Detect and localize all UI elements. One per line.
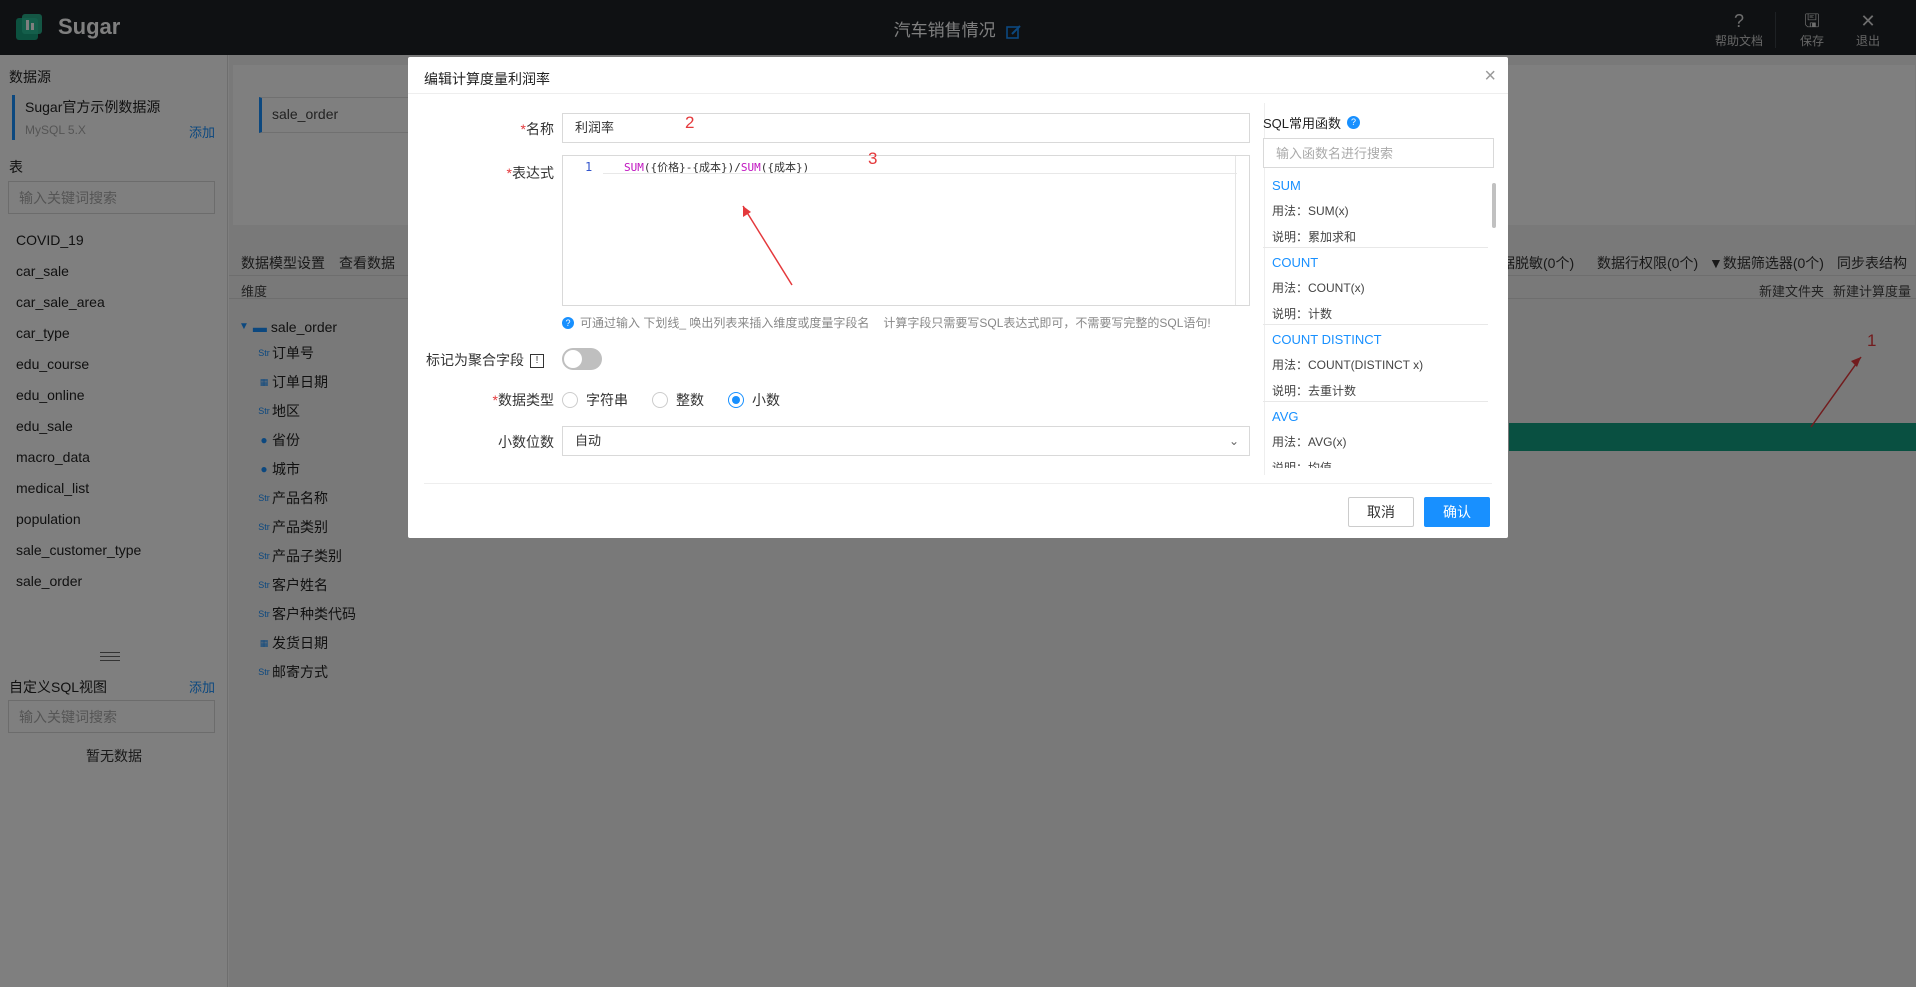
annotation-2: 2	[685, 113, 695, 132]
expression-editor[interactable]: 1 SUM({价格}-{成本})/SUM({成本})	[562, 155, 1250, 306]
datatype-integer-radio[interactable]: 整数	[652, 390, 704, 410]
dialog-footer-divider	[424, 483, 1492, 484]
decimal-places-label: 小数位数	[498, 434, 554, 450]
function-desc: 说明：去重计数	[1272, 384, 1357, 398]
cancel-button[interactable]: 取消	[1348, 497, 1414, 527]
function-desc: 说明：计数	[1272, 307, 1333, 321]
annotation-3: 3	[868, 149, 878, 168]
line-number: 1	[585, 160, 593, 174]
help-icon: ?	[562, 316, 574, 329]
name-input[interactable]: 利润率	[562, 113, 1250, 143]
datatype-label: *数据类型	[492, 392, 554, 408]
hint-text-1: 可通过输入 下划线_ 唤出列表来插入维度或度量字段名	[580, 316, 870, 330]
aggregate-toggle[interactable]	[562, 348, 602, 370]
expression-hint: ? 可通过输入 下划线_ 唤出列表来插入维度或度量字段名 计算字段只需要写SQL…	[562, 314, 1211, 331]
decimal-places-select[interactable]: 自动 ⌄	[562, 426, 1250, 456]
function-list-scrollbar[interactable]	[1492, 183, 1496, 228]
function-usage: 用法：COUNT(x)	[1272, 281, 1365, 295]
function-desc: 说明：均值	[1272, 461, 1333, 468]
decimal-places-value: 自动	[575, 433, 602, 448]
dialog-divider	[408, 93, 1508, 94]
function-name: COUNT DISTINCT	[1272, 332, 1382, 347]
dialog-title: 编辑计算度量利润率	[424, 71, 550, 87]
function-item[interactable]: COUNT DISTINCT 用法：COUNT(DISTINCT x) 说明：去…	[1263, 325, 1488, 402]
function-search-input[interactable]	[1263, 138, 1494, 168]
function-item[interactable]: SUM 用法：SUM(x) 说明：累加求和	[1263, 171, 1488, 248]
function-list: SUM 用法：SUM(x) 说明：累加求和 COUNT 用法：COUNT(x) …	[1263, 171, 1496, 468]
hint-text-2: 计算字段只需要写SQL表达式即可，不需要写完整的SQL语句!	[883, 316, 1211, 330]
function-desc: 说明：累加求和	[1272, 230, 1357, 244]
function-item[interactable]: COUNT 用法：COUNT(x) 说明：计数	[1263, 248, 1488, 325]
function-usage: 用法：COUNT(DISTINCT x)	[1272, 358, 1424, 372]
function-name: SUM	[1272, 178, 1301, 193]
help-icon[interactable]: ?	[1347, 116, 1361, 129]
aggregate-label: 标记为聚合字段!	[408, 350, 544, 370]
name-label: *名称	[520, 121, 554, 137]
close-icon[interactable]: ×	[1484, 65, 1496, 88]
line-gutter: 1	[563, 156, 603, 305]
code-line[interactable]: SUM({价格}-{成本})/SUM({成本})	[603, 156, 1237, 174]
info-icon: !	[530, 354, 544, 369]
confirm-button[interactable]: 确认	[1424, 497, 1490, 527]
expression-label: *表达式	[506, 165, 554, 181]
chevron-down-icon: ⌄	[1228, 434, 1239, 448]
function-usage: 用法：SUM(x)	[1272, 204, 1349, 218]
function-item[interactable]: AVG 用法：AVG(x) 说明：均值	[1263, 402, 1488, 468]
annotation-arrow-3	[742, 205, 793, 286]
datatype-decimal-radio[interactable]: 小数	[728, 390, 780, 410]
function-name: AVG	[1272, 409, 1299, 424]
sql-functions-title: SQL常用函数?	[1263, 113, 1361, 132]
datatype-radio-group: 字符串 整数 小数	[562, 390, 804, 410]
function-usage: 用法：AVG(x)	[1272, 435, 1347, 449]
function-name: COUNT	[1272, 255, 1319, 270]
editor-scrollbar[interactable]	[1235, 156, 1249, 305]
edit-measure-dialog: 编辑计算度量利润率 × *名称 利润率 2 *表达式 1 SUM({价格}-{成…	[408, 57, 1508, 538]
datatype-string-radio[interactable]: 字符串	[562, 390, 628, 410]
